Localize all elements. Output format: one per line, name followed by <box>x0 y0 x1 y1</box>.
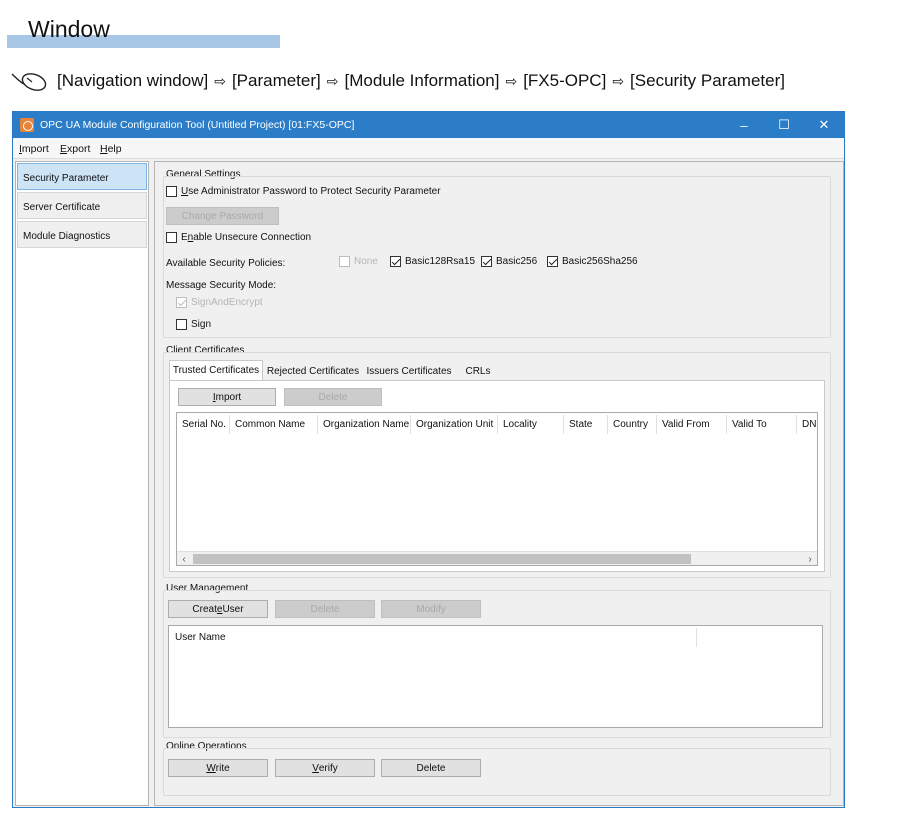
arrow-right-icon: ⇨ <box>612 72 625 89</box>
checkbox-box <box>176 319 187 330</box>
policy-basic128rsa15-checkbox[interactable]: Basic128Rsa15 <box>390 256 475 267</box>
delete-button[interactable]: Delete <box>381 759 481 777</box>
app-window: OPC UA Module Configuration Tool (Untitl… <box>12 111 845 808</box>
tab-rejected-certificates[interactable]: Rejected Certificates <box>265 362 361 381</box>
write-button[interactable]: Write <box>168 759 268 777</box>
navigation-path: [Navigation window] ⇨ [Parameter] ⇨ [Mod… <box>10 68 785 94</box>
nav-step-fx5-opc: [FX5-OPC] <box>523 71 607 90</box>
modify-user-button[interactable]: Modify <box>381 600 481 618</box>
checkbox-box <box>390 256 401 267</box>
enable-unsecure-connection-checkbox[interactable]: Enable Unsecure Connection <box>166 232 311 243</box>
certificates-table[interactable]: Serial No. Common Name Organization Name… <box>176 412 818 566</box>
policy-none-checkbox[interactable]: None <box>339 256 378 267</box>
nav-step-navigation-window: [Navigation window] <box>57 71 209 90</box>
scroll-right-icon[interactable]: › <box>803 552 817 565</box>
nav-step-security-parameter: [Security Parameter] <box>630 71 785 90</box>
column-header[interactable]: Organization Unit <box>416 419 493 430</box>
horizontal-scrollbar[interactable]: ‹ › <box>177 551 817 565</box>
column-header[interactable]: Locality <box>503 419 537 430</box>
column-header[interactable]: Valid From <box>662 419 710 430</box>
column-header[interactable]: Serial No. <box>182 419 226 430</box>
arrow-right-icon: ⇨ <box>505 72 518 89</box>
policy-basic256sha256-checkbox[interactable]: Basic256Sha256 <box>547 256 638 267</box>
mouse-icon <box>11 73 47 91</box>
checkbox-box <box>166 186 177 197</box>
tab-issuers-certificates[interactable]: Issuers Certificates <box>363 362 455 381</box>
create-user-button[interactable]: Creat e User <box>168 600 268 618</box>
maximize-button[interactable]: ☐ <box>764 112 804 138</box>
heading-text: Window <box>28 16 110 42</box>
minimize-button[interactable]: – <box>724 112 764 138</box>
sidebar-item-security-parameter[interactable]: Security Parameter <box>17 163 147 190</box>
users-table[interactable]: User Name <box>168 625 823 728</box>
menu-help[interactable]: Help <box>100 143 122 155</box>
window-title: OPC UA Module Configuration Tool (Untitl… <box>40 119 355 131</box>
nav-step-module-information: [Module Information] <box>344 71 500 90</box>
checkbox-box <box>339 256 350 267</box>
section-heading: Window <box>7 14 280 49</box>
menu-bar: Import Export Help <box>13 138 844 159</box>
sidebar-item-server-certificate[interactable]: Server Certificate <box>17 192 147 219</box>
checkbox-box <box>176 297 187 308</box>
nav-step-parameter: [Parameter] <box>231 71 321 90</box>
sidebar: Security Parameter Server Certificate Mo… <box>15 161 149 806</box>
menu-import[interactable]: Import <box>19 143 49 155</box>
scroll-left-icon[interactable]: ‹ <box>177 552 191 565</box>
mode-sign-checkbox[interactable]: Sign <box>176 319 211 330</box>
sidebar-item-module-diagnostics[interactable]: Module Diagnostics <box>17 221 147 248</box>
tab-crls[interactable]: CRLs <box>457 362 499 381</box>
app-icon <box>20 118 34 132</box>
close-button[interactable]: ✕ <box>804 112 844 138</box>
checkbox-box <box>481 256 492 267</box>
message-security-mode-label: Message Security Mode: <box>166 280 277 291</box>
checkbox-box <box>166 232 177 243</box>
main-panel: General Settings Use Administrator Passw… <box>154 161 844 806</box>
mode-signandencrypt-checkbox[interactable]: SignAndEncrypt <box>176 297 263 308</box>
change-password-button[interactable]: Change Password <box>166 207 279 225</box>
tab-trusted-certificates[interactable]: Trusted Certificates <box>169 360 263 380</box>
column-header[interactable]: Common Name <box>235 419 305 430</box>
title-bar: OPC UA Module Configuration Tool (Untitl… <box>13 112 844 138</box>
certificate-tab-strip: Trusted Certificates Rejected Certificat… <box>169 360 825 382</box>
column-header[interactable]: DN <box>802 419 816 430</box>
arrow-right-icon: ⇨ <box>326 72 339 89</box>
scrollbar-thumb[interactable] <box>193 554 691 564</box>
column-header[interactable]: Valid To <box>732 419 767 430</box>
delete-certificate-button[interactable]: Delete <box>284 388 382 406</box>
column-header[interactable]: Organization Name <box>323 419 409 430</box>
arrow-right-icon: ⇨ <box>214 72 226 89</box>
delete-user-button[interactable]: Delete <box>275 600 375 618</box>
available-security-policies-label: Available Security Policies: <box>166 258 286 269</box>
policy-basic256-checkbox[interactable]: Basic256 <box>481 256 537 267</box>
checkbox-box <box>547 256 558 267</box>
column-header[interactable]: Country <box>613 419 648 430</box>
verify-button[interactable]: Verify <box>275 759 375 777</box>
use-admin-password-checkbox[interactable]: Use Administrator Password to Protect Se… <box>166 186 441 197</box>
column-header-user-name[interactable]: User Name <box>175 632 226 643</box>
column-header[interactable]: State <box>569 419 592 430</box>
menu-export[interactable]: Export <box>60 143 90 155</box>
import-certificate-button[interactable]: Import <box>178 388 276 406</box>
